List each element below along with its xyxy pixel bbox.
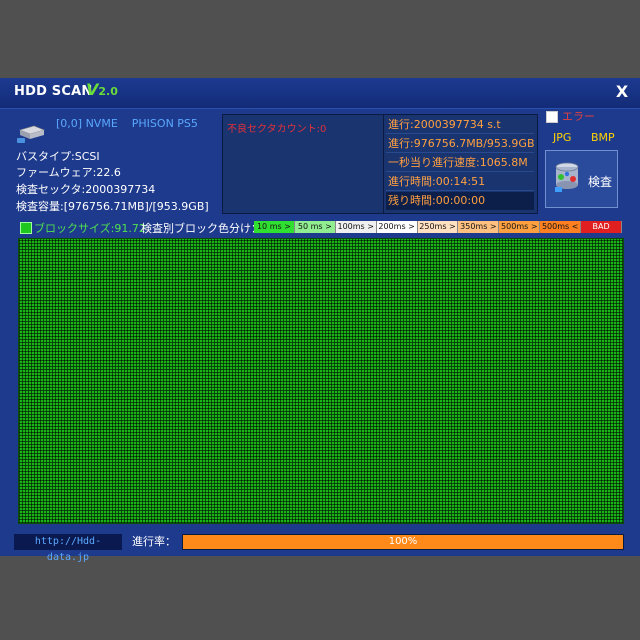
error-checkbox-label: エラー: [562, 110, 595, 123]
close-button[interactable]: X: [612, 82, 632, 102]
legend-item: 500ms <: [540, 221, 582, 233]
progress-bar: 100%: [182, 534, 624, 550]
scan-button-label: 検査: [588, 175, 613, 189]
drive-header: [0,0] NVME PHISON PS5: [56, 117, 198, 130]
progress-sectors: 進行:2000397734 s.t: [386, 116, 534, 134]
progress-label: 進行率：: [132, 535, 176, 548]
app-title: HDD SCAN: [14, 84, 93, 99]
progress-percent: 100%: [388, 536, 418, 547]
block-size-label: ブロックサイズ:91.72: [34, 222, 146, 235]
legend-item: 200ms >: [376, 221, 418, 233]
sector-count: 検査セックタ:2000397734: [16, 183, 156, 196]
remaining-time: 残り時間:00:00:00: [386, 192, 534, 210]
title-bar: HDD SCAN V2.0 X: [0, 78, 640, 109]
legend-item: BAD: [581, 221, 623, 233]
bmp-save-option[interactable]: BMP: [591, 131, 615, 144]
sector-scan-map: [18, 238, 624, 524]
block-color-swatch: [20, 222, 32, 234]
error-checkbox[interactable]: [546, 111, 558, 123]
scan-button[interactable]: 検査: [545, 150, 618, 208]
jpg-save-option[interactable]: JPG: [553, 131, 571, 144]
hdd-scan-window: HDD SCAN V2.0 X [0,0] NVME PHISON PS5 バス…: [0, 78, 640, 563]
legend-item: 10 ms >: [254, 221, 295, 233]
elapsed-time: 進行時間:00:14:51: [386, 173, 534, 191]
legend-item: 350ms >: [458, 221, 500, 233]
bad-sector-count: 不良セクタカウント:0: [227, 124, 327, 135]
app-version: V2.0: [86, 80, 118, 99]
legend-item: 50 ms >: [294, 221, 336, 233]
progress-speed: 一秒当り進行速度:1065.8M: [386, 154, 534, 172]
progress-bytes: 進行:976756.7MB/953.9GB: [386, 135, 534, 153]
legend-title: 検査別ブロック色分け：: [141, 222, 262, 235]
error-count-panel: 不良セクタカウント:0: [222, 114, 384, 214]
legend-item: 100ms >: [335, 221, 377, 233]
bus-type: バスタイプ:SCSI: [16, 150, 100, 163]
legend-item: 500ms >: [499, 221, 541, 233]
hard-drive-icon: [17, 125, 45, 143]
legend-item: 250ms >: [417, 221, 459, 233]
firmware: ファームウェア:22.6: [16, 166, 121, 179]
progress-stats-panel: 進行:2000397734 s.t 進行:976756.7MB/953.9GB …: [383, 114, 538, 214]
database-scan-icon: [555, 162, 579, 192]
capacity: 検査容量:[976756.71MB]/[953.9GB]: [16, 200, 209, 213]
website-link[interactable]: http://Hdd-data.jp: [14, 534, 122, 563]
latency-legend: 10 ms > 50 ms > 100ms > 200ms > 250ms > …: [254, 221, 623, 233]
